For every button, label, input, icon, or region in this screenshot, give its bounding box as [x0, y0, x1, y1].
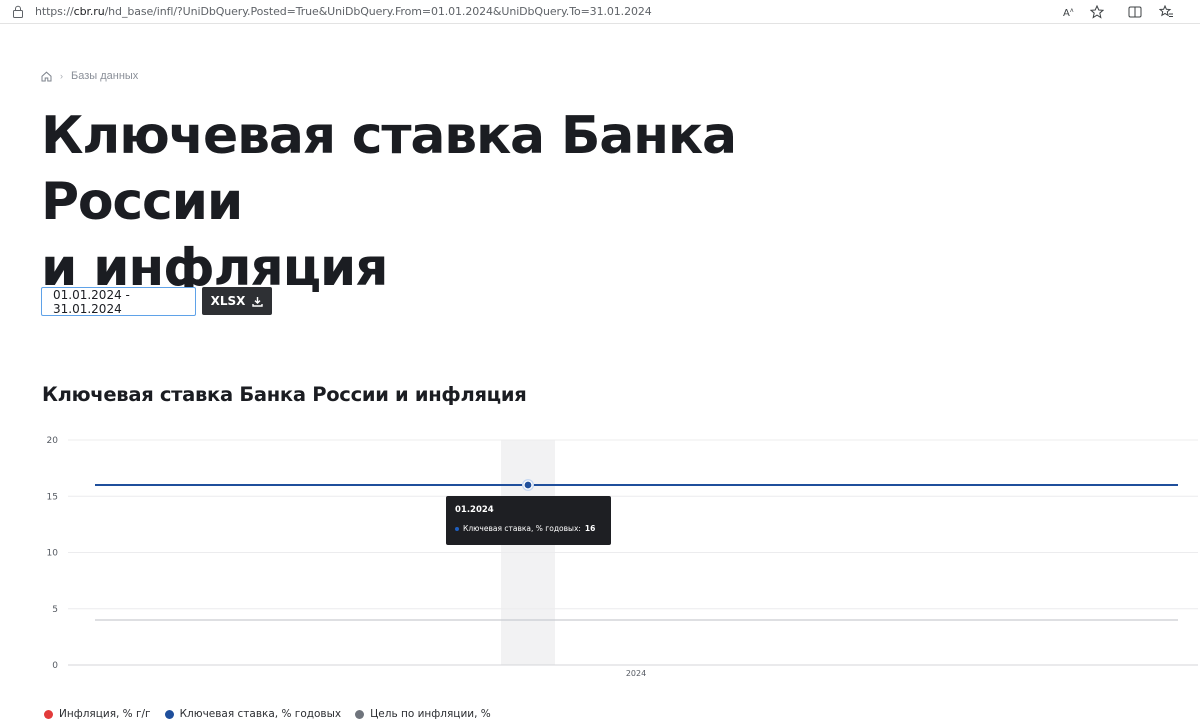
read-aloud-icon[interactable]: Aʌ: [1061, 3, 1079, 21]
legend-label-inflation-target: Цель по инфляции, %: [370, 708, 491, 720]
tooltip-date: 01.2024: [455, 505, 494, 515]
xlsx-download-button[interactable]: XLSX: [202, 287, 272, 315]
legend-dot-key-rate: [164, 709, 174, 719]
y-tick-label: 5: [52, 605, 58, 615]
legend-item-key-rate[interactable]: Ключевая ставка, % годовых: [164, 708, 342, 720]
page-title-line1: Ключевая ставка Банка России: [41, 106, 737, 232]
split-screen-icon[interactable]: [1126, 3, 1144, 21]
y-tick-label: 15: [47, 492, 58, 502]
legend-dot-inflation-target: [355, 709, 365, 719]
url-prefix: https://: [35, 5, 74, 18]
favorites-list-icon[interactable]: [1157, 3, 1175, 21]
legend-label-inflation: Инфляция, % г/г: [59, 708, 151, 720]
favorite-star-icon[interactable]: [1088, 3, 1106, 21]
url-path: /hd_base/infl/?UniDbQuery.Posted=True&Un…: [104, 5, 652, 18]
date-range-input[interactable]: 01.01.2024 - 31.01.2024: [41, 287, 196, 316]
chart-title: Ключевая ставка Банка России и инфляция: [42, 383, 527, 406]
url-field[interactable]: https://cbr.ru/hd_base/infl/?UniDbQuery.…: [35, 5, 652, 18]
chart-tooltip: 01.2024 Ключевая ставка, % годовых: 16: [446, 496, 611, 545]
legend-dot-inflation: [44, 709, 53, 719]
lock-icon: [13, 5, 23, 18]
svg-text:ʌ: ʌ: [1070, 7, 1074, 14]
legend-item-inflation-target[interactable]: Цель по инфляции, %: [355, 708, 491, 720]
chart-legend: Инфляция, % г/г Ключевая ставка, % годов…: [44, 708, 491, 720]
breadcrumb: › Базы данных: [41, 70, 138, 82]
xlsx-button-label: XLSX: [210, 294, 246, 308]
legend-item-inflation[interactable]: Инфляция, % г/г: [44, 708, 151, 720]
line-chart[interactable]: 0 5 10 15 20 2024: [0, 428, 1200, 690]
tooltip-row: Ключевая ставка, % годовых: 16: [455, 524, 595, 533]
tooltip-series-value: 16: [584, 524, 596, 533]
home-icon[interactable]: [41, 71, 52, 82]
url-host: cbr.ru: [73, 5, 105, 18]
legend-label-key-rate: Ключевая ставка, % годовых: [179, 708, 342, 720]
breadcrumb-item-databases[interactable]: Базы данных: [71, 70, 138, 82]
hover-marker-point: [523, 480, 533, 490]
x-tick-label: 2024: [626, 669, 646, 678]
date-range-value: 01.01.2024 - 31.01.2024: [53, 287, 130, 316]
breadcrumb-separator: ›: [60, 71, 63, 81]
svg-text:A: A: [1063, 8, 1070, 18]
page-title: Ключевая ставка Банка России и инфляция: [41, 103, 941, 301]
y-tick-label: 0: [52, 661, 58, 671]
tooltip-series-dot: [455, 526, 459, 531]
download-icon: [252, 296, 264, 307]
y-tick-label: 10: [47, 549, 59, 559]
browser-address-bar: https://cbr.ru/hd_base/infl/?UniDbQuery.…: [0, 0, 1200, 24]
tooltip-series-label: Ключевая ставка, % годовых:: [463, 524, 581, 533]
y-tick-label: 20: [47, 436, 59, 446]
